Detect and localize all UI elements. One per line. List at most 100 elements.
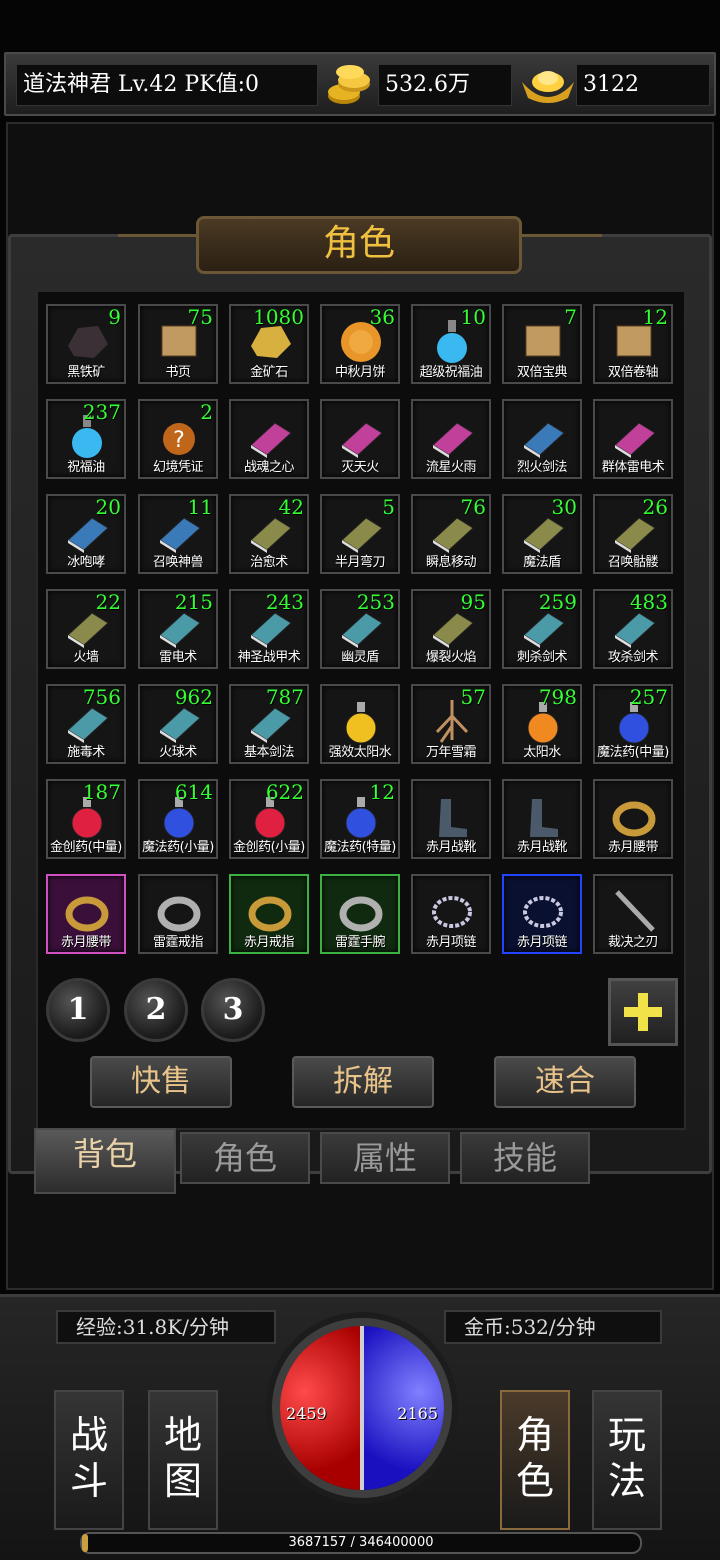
game-screen: 道法神君 Lv.42 PK值:0 532.6万 3122 角色 9 黑铁矿 75 书页… bbox=[0, 0, 720, 1560]
item-name: 赤月战靴 bbox=[425, 840, 477, 855]
add-page-button[interactable] bbox=[608, 978, 678, 1046]
map-button[interactable]: 地 图 bbox=[148, 1390, 218, 1530]
item-name: 万年雪霜 bbox=[425, 745, 477, 760]
inventory-slot[interactable]: 赤月战靴 bbox=[502, 779, 582, 859]
item-count: 76 bbox=[460, 495, 486, 519]
quick-merge-button[interactable]: 速合 bbox=[494, 1056, 636, 1108]
gameplay-button[interactable]: 玩 法 bbox=[592, 1390, 662, 1530]
inventory-slot[interactable]: 253 幽灵盾 bbox=[320, 589, 400, 669]
inventory-slot[interactable]: 赤月项链 bbox=[502, 874, 582, 954]
tab-character[interactable]: 角色 bbox=[180, 1132, 310, 1184]
title-wing-left bbox=[118, 234, 202, 274]
inventory-slot[interactable]: 9 黑铁矿 bbox=[46, 304, 126, 384]
inventory-slot[interactable]: ? 2 幻境凭证 bbox=[138, 399, 218, 479]
inventory-slot[interactable]: 962 火球术 bbox=[138, 684, 218, 764]
double-book-icon bbox=[525, 325, 561, 357]
item-count: 57 bbox=[460, 685, 486, 709]
inventory-slot[interactable]: 259 刺杀剑术 bbox=[502, 589, 582, 669]
inventory-slot[interactable]: 57 万年雪霜 bbox=[411, 684, 491, 764]
inventory-slot[interactable]: 30 魔法盾 bbox=[502, 494, 582, 574]
inventory-slot[interactable]: 7 双倍宝典 bbox=[502, 304, 582, 384]
inventory-slot[interactable]: 237 祝福油 bbox=[46, 399, 126, 479]
inventory-slot[interactable]: 赤月腰带 bbox=[46, 874, 126, 954]
inventory-slot[interactable]: 12 魔法药(特量) bbox=[320, 779, 400, 859]
inventory-slot[interactable]: 787 基本剑法 bbox=[229, 684, 309, 764]
item-count: 2 bbox=[200, 400, 213, 424]
quick-sell-button[interactable]: 快售 bbox=[90, 1056, 232, 1108]
item-name: 金创药(小量) bbox=[233, 840, 305, 855]
player-info: 道法神君 Lv.42 PK值:0 bbox=[16, 64, 318, 106]
item-name: 魔法盾 bbox=[523, 555, 561, 570]
item-count: 42 bbox=[278, 495, 304, 519]
item-name: 强效太阳水 bbox=[328, 745, 392, 760]
inventory-slot[interactable]: 战魂之心 bbox=[229, 399, 309, 479]
inventory-slot[interactable]: 10 超级祝福油 bbox=[411, 304, 491, 384]
inventory-slot[interactable]: 22 火墙 bbox=[46, 589, 126, 669]
question-token-icon: ? bbox=[163, 423, 195, 455]
inventory-slot[interactable]: 5 半月弯刀 bbox=[320, 494, 400, 574]
inventory-slot[interactable]: 流星火雨 bbox=[411, 399, 491, 479]
inventory-slot[interactable]: 烈火剑法 bbox=[502, 399, 582, 479]
character-button[interactable]: 角 色 bbox=[500, 1390, 570, 1530]
inventory-slot[interactable]: 622 金创药(小量) bbox=[229, 779, 309, 859]
inventory-slot[interactable]: 裁决之刃 bbox=[593, 874, 673, 954]
inventory-slot[interactable]: 强效太阳水 bbox=[320, 684, 400, 764]
inventory-slot[interactable]: 215 雷电术 bbox=[138, 589, 218, 669]
item-count: 26 bbox=[642, 495, 668, 519]
item-name: 流星火雨 bbox=[425, 460, 477, 475]
inventory-slot[interactable]: 群体雷电术 bbox=[593, 399, 673, 479]
inventory-slot[interactable]: 243 神圣战甲术 bbox=[229, 589, 309, 669]
inventory-slot[interactable]: 42 治愈术 bbox=[229, 494, 309, 574]
decompose-button[interactable]: 拆解 bbox=[292, 1056, 434, 1108]
item-name: 治愈术 bbox=[250, 555, 288, 570]
item-count: 756 bbox=[82, 685, 121, 709]
item-name: 刺杀剑术 bbox=[516, 650, 568, 665]
inventory-slot[interactable]: 95 爆裂火焰 bbox=[411, 589, 491, 669]
inventory-slot[interactable]: 12 双倍卷轴 bbox=[593, 304, 673, 384]
inventory-slot[interactable]: 798 太阳水 bbox=[502, 684, 582, 764]
inventory-slot[interactable]: 11 召唤神兽 bbox=[138, 494, 218, 574]
item-name: 裁决之刃 bbox=[607, 935, 659, 950]
inventory-slot[interactable]: 76 瞬息移动 bbox=[411, 494, 491, 574]
inventory-slot[interactable]: 赤月戒指 bbox=[229, 874, 309, 954]
inventory-slot[interactable]: 614 魔法药(小量) bbox=[138, 779, 218, 859]
gold-ingot-icon bbox=[522, 71, 574, 103]
tab-attributes[interactable]: 属性 bbox=[320, 1132, 450, 1184]
inventory-slot[interactable]: 雷霆戒指 bbox=[138, 874, 218, 954]
inventory-slot[interactable]: 20 冰咆哮 bbox=[46, 494, 126, 574]
item-count: 259 bbox=[538, 590, 577, 614]
exp-label: 3687157 / 346400000 bbox=[288, 1535, 434, 1550]
inventory-slot[interactable]: 1080 金矿石 bbox=[229, 304, 309, 384]
item-name: 金矿石 bbox=[250, 365, 288, 380]
item-count: 257 bbox=[629, 685, 668, 709]
page-2-button[interactable]: 2 bbox=[124, 978, 188, 1042]
inventory-slot[interactable]: 雷霆手腕 bbox=[320, 874, 400, 954]
item-name: 施毒术 bbox=[67, 745, 105, 760]
page-1-button[interactable]: 1 bbox=[46, 978, 110, 1042]
inventory-slot[interactable]: 赤月项链 bbox=[411, 874, 491, 954]
inventory-slot[interactable]: 赤月战靴 bbox=[411, 779, 491, 859]
battle-button[interactable]: 战 斗 bbox=[54, 1390, 124, 1530]
item-name: 金创药(中量) bbox=[50, 840, 122, 855]
inventory-slot[interactable]: 36 中秋月饼 bbox=[320, 304, 400, 384]
item-name: 神圣战甲术 bbox=[237, 650, 301, 665]
inventory-slot[interactable]: 75 书页 bbox=[138, 304, 218, 384]
inventory-slot[interactable]: 赤月腰带 bbox=[593, 779, 673, 859]
inventory-slot[interactable]: 灭天火 bbox=[320, 399, 400, 479]
page-3-button[interactable]: 3 bbox=[201, 978, 265, 1042]
inventory-slot[interactable]: 187 金创药(中量) bbox=[46, 779, 126, 859]
inventory-slot[interactable]: 26 召唤骷髅 bbox=[593, 494, 673, 574]
inventory-slot[interactable]: 756 施毒术 bbox=[46, 684, 126, 764]
item-name: 灭天火 bbox=[341, 460, 379, 475]
belt-icon bbox=[612, 801, 656, 837]
tab-skills[interactable]: 技能 bbox=[460, 1132, 590, 1184]
item-count: 7 bbox=[564, 305, 577, 329]
pink-skill-book-icon bbox=[432, 422, 474, 458]
item-name: 幽灵盾 bbox=[341, 650, 379, 665]
inventory-slot[interactable]: 483 攻杀剑术 bbox=[593, 589, 673, 669]
tab-backpack[interactable]: 背包 bbox=[34, 1128, 176, 1194]
item-count: 36 bbox=[369, 305, 395, 329]
inventory-slot[interactable]: 257 魔法药(中量) bbox=[593, 684, 673, 764]
sword-icon bbox=[615, 890, 655, 932]
item-name: 雷霆戒指 bbox=[152, 935, 204, 950]
